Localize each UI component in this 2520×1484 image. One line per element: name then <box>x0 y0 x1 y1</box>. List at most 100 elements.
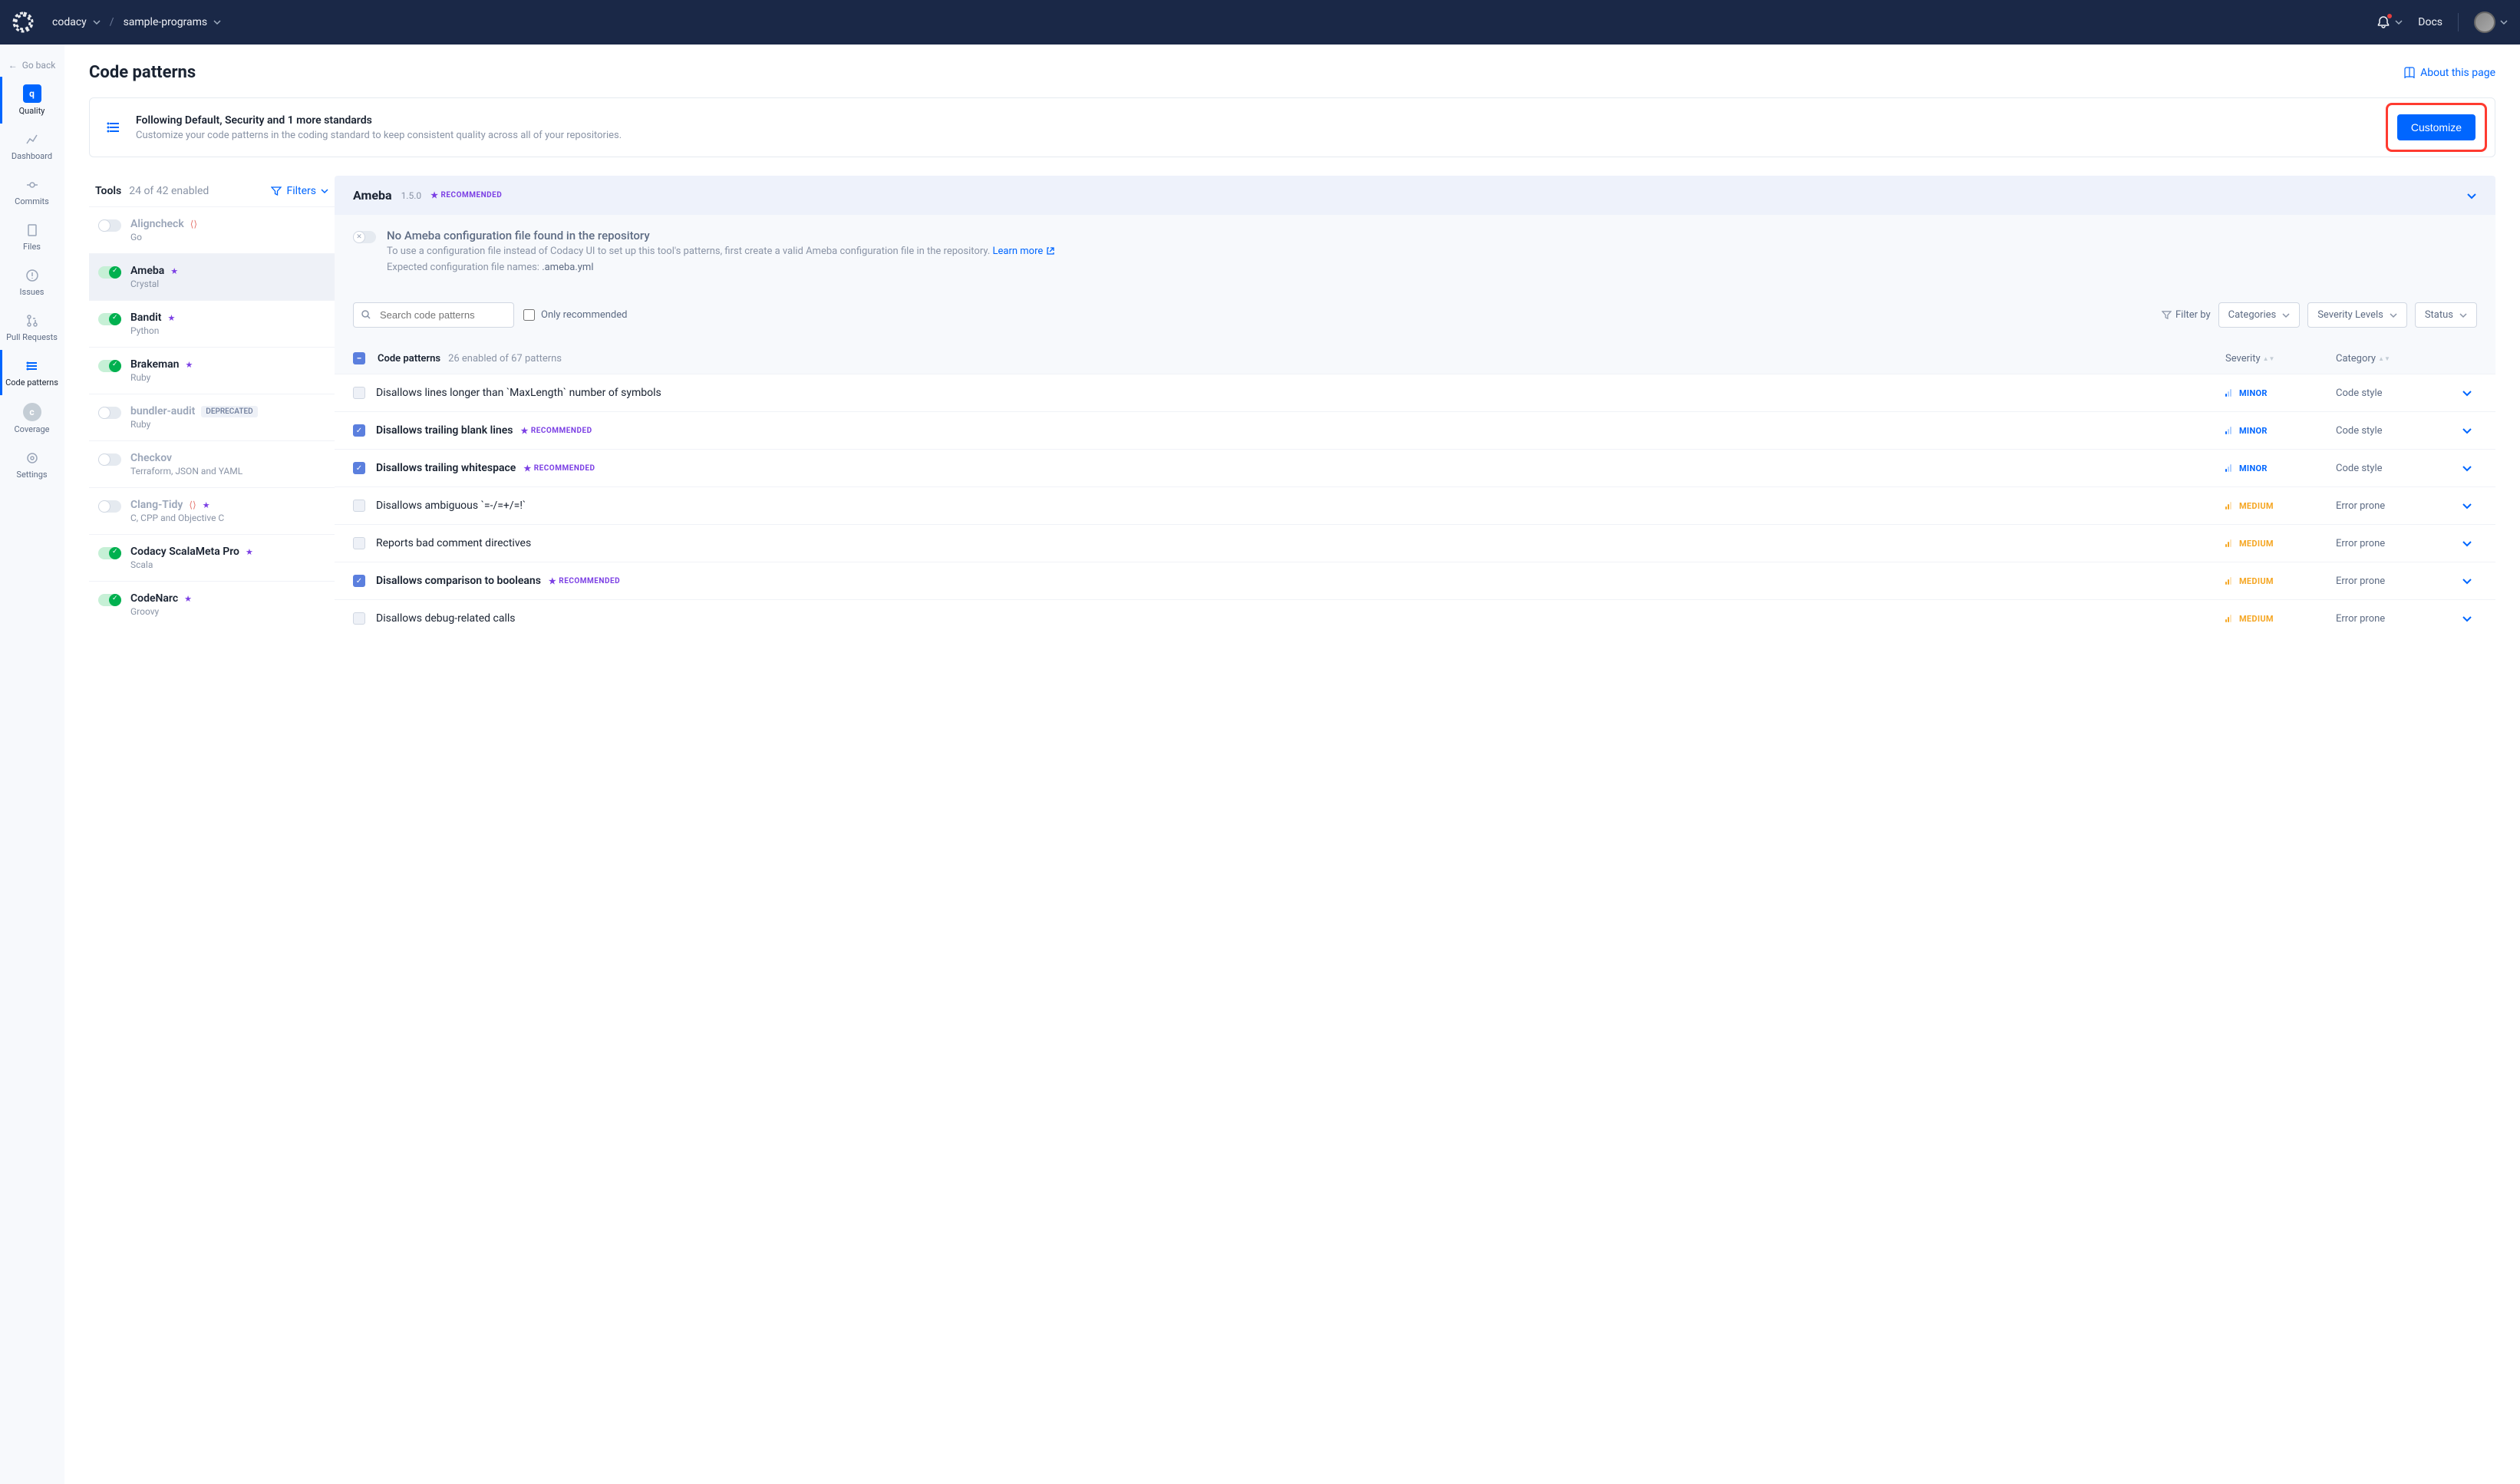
sidebar-item-quality[interactable]: q Quality <box>0 77 64 124</box>
column-category-header[interactable]: Category ▲▼ <box>2336 353 2451 364</box>
sidebar-item-pull-requests[interactable]: Pull Requests <box>0 305 64 350</box>
pattern-row: Reports bad comment directivesMEDIUMErro… <box>335 524 2495 562</box>
search-input[interactable] <box>353 302 514 328</box>
external-link-icon <box>1046 246 1055 256</box>
search-icon <box>361 309 371 320</box>
config-file-toggle[interactable]: ✕ <box>353 231 376 243</box>
filters-button[interactable]: Filters <box>271 185 328 197</box>
category-cell: Error prone <box>2336 538 2451 549</box>
pattern-checkbox[interactable] <box>353 387 365 399</box>
pattern-checkbox[interactable] <box>353 537 365 549</box>
status-dropdown[interactable]: Status <box>2415 302 2477 328</box>
sidebar-item-commits[interactable]: Commits <box>0 169 64 214</box>
pattern-checkbox[interactable] <box>353 612 365 625</box>
tool-toggle[interactable] <box>98 360 121 372</box>
patterns-header[interactable]: Ameba 1.5.0 ★ RECOMMENDED <box>335 176 2495 215</box>
main-content: Code patterns About this page Following … <box>64 45 2520 1484</box>
severity-cell: MEDIUM <box>2225 539 2325 549</box>
column-severity-header[interactable]: Severity ▲▼ <box>2225 353 2325 364</box>
select-all-checkbox[interactable]: − <box>353 352 365 364</box>
expand-row[interactable] <box>2462 538 2477 549</box>
star-icon: ★ <box>167 313 175 323</box>
chevron-down-icon <box>2390 312 2397 319</box>
filter-icon <box>271 186 282 196</box>
tool-toggle[interactable] <box>98 219 121 232</box>
tool-name: Aligncheck <box>130 218 184 230</box>
about-link-label: About this page <box>2420 67 2495 79</box>
categories-dropdown[interactable]: Categories <box>2218 302 2301 328</box>
sidebar-item-label: Coverage <box>15 424 50 434</box>
breadcrumb-repo[interactable]: sample-programs <box>124 16 222 28</box>
star-icon: ★ <box>186 360 193 370</box>
tool-toggle[interactable] <box>98 266 121 279</box>
collapse-toggle[interactable] <box>2466 190 2477 201</box>
tool-toggle[interactable] <box>98 313 121 325</box>
toggle-knob <box>98 219 110 232</box>
tool-item[interactable]: Codacy ScalaMeta Pro★Scala <box>89 534 335 581</box>
pattern-row: Disallows debug-related callsMEDIUMError… <box>335 599 2495 637</box>
tool-language: Ruby <box>130 372 325 383</box>
tool-toggle[interactable] <box>98 500 121 513</box>
sidebar-item-issues[interactable]: Issues <box>0 259 64 305</box>
expand-row[interactable] <box>2462 425 2477 436</box>
go-back-link[interactable]: ← Go back <box>0 54 64 77</box>
column-name-header[interactable]: Code patterns <box>378 353 440 364</box>
pattern-checkbox[interactable]: ✓ <box>353 462 365 474</box>
tool-toggle[interactable] <box>98 407 121 419</box>
sidebar-item-code-patterns[interactable]: Code patterns <box>0 350 64 395</box>
about-this-page-link[interactable]: About this page <box>2403 67 2495 79</box>
expand-row[interactable] <box>2462 613 2477 624</box>
user-menu[interactable] <box>2474 12 2508 33</box>
star-icon: ★ <box>520 426 528 436</box>
severity-label: MEDIUM <box>2239 576 2274 586</box>
sidebar-item-dashboard[interactable]: Dashboard <box>0 124 64 169</box>
standards-banner: Following Default, Security and 1 more s… <box>89 97 2495 157</box>
tool-item[interactable]: CodeNarc★Groovy <box>89 581 335 628</box>
files-icon <box>24 222 41 239</box>
learn-more-link[interactable]: Learn more <box>993 246 1055 257</box>
checkbox-input[interactable] <box>523 309 535 321</box>
sidebar-item-files[interactable]: Files <box>0 214 64 259</box>
sidebar-item-settings[interactable]: Settings <box>0 442 64 487</box>
star-icon: ★ <box>246 547 253 557</box>
tool-item[interactable]: CheckovTerraform, JSON and YAML <box>89 440 335 487</box>
pattern-checkbox[interactable]: ✓ <box>353 424 365 437</box>
breadcrumb-org[interactable]: codacy <box>52 16 101 28</box>
tool-item[interactable]: Clang-Tidy⟨⟩★C, CPP and Objective C <box>89 487 335 534</box>
notifications-button[interactable] <box>2377 15 2403 29</box>
page-title: Code patterns <box>89 63 196 82</box>
severity-dropdown[interactable]: Severity Levels <box>2307 302 2407 328</box>
codacy-logo[interactable] <box>12 12 34 33</box>
patterns-controls: Only recommended Filter by Categories Se… <box>335 287 2495 343</box>
only-recommended-checkbox[interactable]: Only recommended <box>523 309 628 321</box>
tool-toggle[interactable] <box>98 594 121 606</box>
customize-button[interactable]: Customize <box>2397 114 2475 140</box>
pattern-checkbox[interactable] <box>353 500 365 512</box>
header-right: Docs <box>2377 12 2508 33</box>
tool-toggle[interactable] <box>98 547 121 559</box>
tool-language: Groovy <box>130 606 325 617</box>
tool-item[interactable]: Bandit★Python <box>89 300 335 347</box>
tool-item[interactable]: Ameba★Crystal <box>89 253 335 300</box>
tool-item[interactable]: Aligncheck⟨⟩Go <box>89 206 335 253</box>
sidebar-item-label: Commits <box>15 196 49 206</box>
severity-label: MINOR <box>2239 388 2268 398</box>
severity-cell: MINOR <box>2225 463 2325 473</box>
expand-row[interactable] <box>2462 575 2477 586</box>
expand-row[interactable] <box>2462 500 2477 511</box>
autofix-icon: ⟨⟩ <box>189 500 196 510</box>
tool-item[interactable]: bundler-auditDEPRECATEDRuby <box>89 394 335 440</box>
tool-info: Ameba★Crystal <box>130 265 325 289</box>
pattern-checkbox[interactable]: ✓ <box>353 575 365 587</box>
tool-toggle[interactable] <box>98 453 121 466</box>
toggle-knob <box>98 500 110 513</box>
patterns-panel: Ameba 1.5.0 ★ RECOMMENDED ✕ No Am <box>335 176 2495 637</box>
autofix-icon: ⟨⟩ <box>190 219 197 229</box>
sidebar-item-coverage[interactable]: c Coverage <box>0 395 64 442</box>
docs-link[interactable]: Docs <box>2418 16 2442 28</box>
expand-row[interactable] <box>2462 463 2477 473</box>
tool-name: bundler-audit <box>130 405 195 417</box>
severity-icon <box>2225 389 2235 397</box>
tool-item[interactable]: Brakeman★Ruby <box>89 347 335 394</box>
expand-row[interactable] <box>2462 387 2477 398</box>
